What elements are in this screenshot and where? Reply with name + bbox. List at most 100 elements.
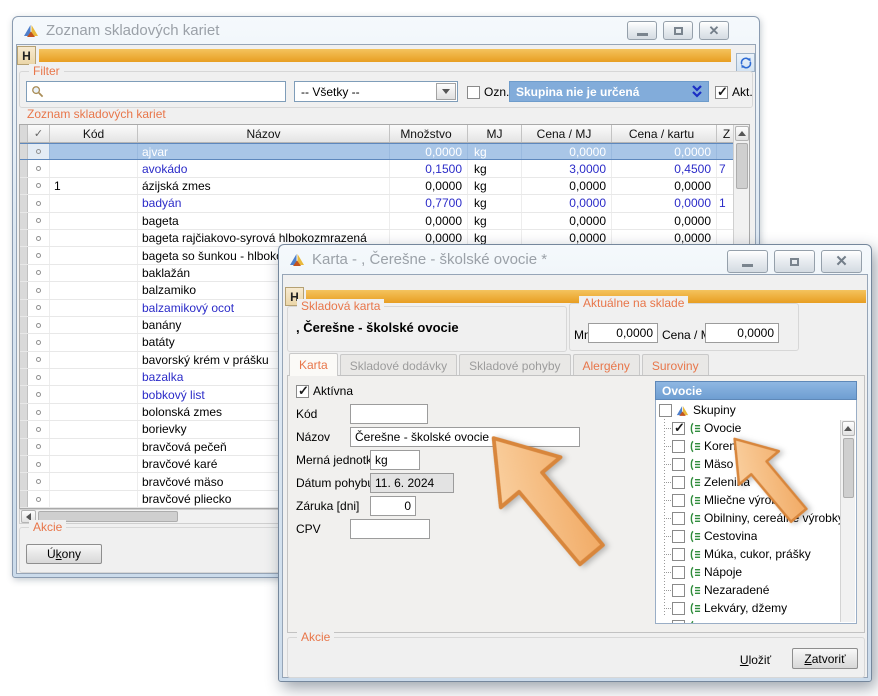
maximize-button[interactable] <box>774 250 815 273</box>
row-header-column <box>20 125 28 142</box>
row-marker-icon <box>36 149 41 154</box>
group-checkbox[interactable] <box>672 584 685 597</box>
group-checkbox[interactable] <box>672 440 685 453</box>
field-label-datum-pohybu: Dátum pohybu <box>296 476 374 490</box>
list-icon <box>688 512 701 525</box>
group-checkbox[interactable] <box>672 494 685 507</box>
mn-field: 0,0000 <box>588 323 658 343</box>
column-nazov[interactable]: Názov <box>138 125 390 142</box>
minimize-icon <box>637 33 648 36</box>
list-icon <box>688 602 701 615</box>
group-checkbox[interactable] <box>672 422 685 435</box>
group-checkbox[interactable] <box>672 566 685 579</box>
row-marker-icon <box>36 323 41 328</box>
group-checkbox[interactable] <box>672 476 685 489</box>
group-filter-banner[interactable]: Skupina nie je určená <box>509 81 709 102</box>
merna-jednotka-field[interactable]: kg <box>370 450 420 470</box>
row-marker-icon <box>36 479 41 484</box>
tree-item-label: Múka, cukor, prášky <box>704 547 811 561</box>
ulozit-button[interactable]: Uložiť <box>728 650 783 669</box>
zatvorit-button[interactable]: Zatvoriť <box>792 648 858 669</box>
table-row[interactable]: badyán0,7700kg0,00000,00001 <box>20 195 735 212</box>
card-group: Skladová karta , Čerešne - školské ovoci… <box>287 306 567 352</box>
tree-item[interactable]: Múka, cukor, prášky <box>656 545 856 563</box>
help-button[interactable]: H <box>17 46 36 65</box>
minimize-icon <box>742 264 753 267</box>
datum-pohybu-field[interactable]: 11. 6. 2024 <box>370 473 454 493</box>
window-title: Karta - , Čerešne - školské ovocie * <box>312 251 547 268</box>
ozn-checkbox[interactable] <box>467 86 480 99</box>
row-marker-icon <box>36 305 41 310</box>
app-logo-icon <box>23 23 39 39</box>
group-checkbox[interactable] <box>672 458 685 471</box>
tree-item[interactable]: Lekváry, džemy <box>656 599 856 617</box>
group-filter-text: Skupina nie je určená <box>516 85 639 99</box>
table-row[interactable]: avokádo0,1500kg3,00000,45007 <box>20 160 735 177</box>
list-icon <box>688 476 701 489</box>
tree-item[interactable]: Nápoje <box>656 563 856 581</box>
column-check[interactable]: ✓ <box>28 125 50 142</box>
stock-group: Aktuálne na sklade Mn. 0,0000 Cena / MJ … <box>569 303 799 351</box>
category-dropdown[interactable]: -- Všetky -- <box>294 81 458 102</box>
row-marker-icon <box>36 497 41 502</box>
column-cena-mj[interactable]: Cena / MJ <box>522 125 612 142</box>
table-row[interactable]: bageta0,0000kg0,00000,0000 <box>20 213 735 230</box>
tab-karta[interactable]: Karta <box>289 353 338 376</box>
scrollbar-thumb[interactable] <box>736 143 748 189</box>
zaruka-dni-field[interactable]: 0 <box>370 496 416 516</box>
tree-item[interactable] <box>656 617 856 624</box>
column-kod[interactable]: Kód <box>50 125 138 142</box>
group-checkbox[interactable] <box>672 548 685 561</box>
category-dropdown-value: -- Všetky -- <box>301 85 360 99</box>
table-row[interactable]: ajvar0,0000kg0,00000,0000 <box>20 143 735 160</box>
search-input[interactable] <box>26 81 286 102</box>
tab-alerg-ny[interactable]: Alergény <box>573 354 640 376</box>
scroll-up-button[interactable] <box>735 126 749 141</box>
tree-item[interactable]: Nezaradené <box>656 581 856 599</box>
tree-item-label: Nápoje <box>704 565 742 579</box>
column-mj[interactable]: MJ <box>468 125 522 142</box>
tree-item[interactable]: Cestovina <box>656 527 856 545</box>
scroll-up-button[interactable] <box>842 421 855 436</box>
minimize-button[interactable] <box>727 250 768 273</box>
skupiny-checkbox[interactable] <box>659 404 672 417</box>
group-checkbox[interactable] <box>672 620 685 625</box>
tab-skladov-dod-vky[interactable]: Skladové dodávky <box>340 354 457 376</box>
akt-checkbox[interactable] <box>715 86 728 99</box>
tree-root-label: Skupiny <box>693 403 736 417</box>
maximize-button[interactable] <box>663 21 693 40</box>
aktivna-checkbox[interactable] <box>296 385 309 398</box>
row-marker-icon <box>36 201 41 206</box>
list-window-titlebar[interactable]: Zoznam skladových kariet ✕ <box>13 17 759 44</box>
refresh-button[interactable] <box>736 53 755 72</box>
group-checkbox[interactable] <box>672 602 685 615</box>
tree-root-skupiny[interactable]: Skupiny <box>656 400 856 419</box>
row-marker-icon <box>36 236 41 241</box>
row-marker-icon <box>36 444 41 449</box>
group-checkbox[interactable] <box>672 530 685 543</box>
table-row[interactable]: 1ázijská zmes0,0000kg0,00000,0000 <box>20 178 735 195</box>
minimize-button[interactable] <box>627 21 657 40</box>
desktop: Zoznam skladových kariet ✕ H Filter -- <box>0 0 878 696</box>
tab-skladov-pohyby[interactable]: Skladové pohyby <box>459 354 570 376</box>
tab-suroviny[interactable]: Suroviny <box>642 354 709 376</box>
column-mnozstvo[interactable]: Množstvo <box>390 125 468 142</box>
card-window-titlebar[interactable]: Karta - , Čerešne - školské ovocie * ✕ <box>279 245 871 274</box>
tree-scrollbar[interactable] <box>840 420 855 622</box>
item-name: , Čerešne - školské ovocie <box>296 320 459 335</box>
double-chevron-down-icon[interactable] <box>691 85 703 100</box>
row-marker-icon <box>36 392 41 397</box>
kod-field[interactable] <box>350 404 428 424</box>
row-marker-icon <box>36 427 41 432</box>
cpv-field[interactable] <box>350 519 430 539</box>
column-cena-kartu[interactable]: Cena / kartu <box>612 125 717 142</box>
close-button[interactable]: ✕ <box>699 21 729 40</box>
chevron-down-icon[interactable] <box>436 83 456 100</box>
scrollbar-thumb[interactable] <box>843 438 854 498</box>
ukony-button[interactable]: Úkony <box>26 544 102 564</box>
close-icon: ✕ <box>709 24 720 37</box>
group-checkbox[interactable] <box>672 512 685 525</box>
close-button[interactable]: ✕ <box>821 250 862 273</box>
search-icon <box>31 85 44 98</box>
row-marker-icon <box>36 375 41 380</box>
